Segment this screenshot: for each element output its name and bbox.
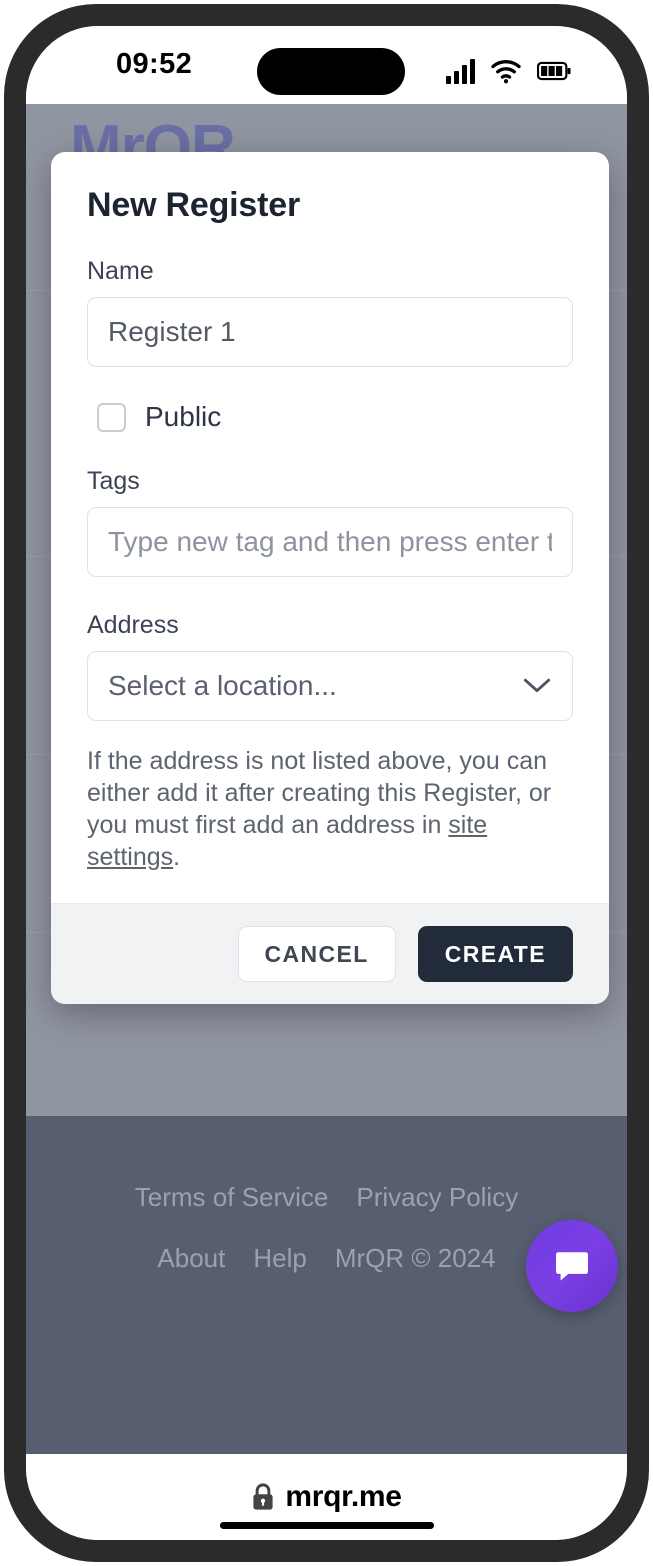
wifi-icon — [491, 60, 521, 84]
modal-action-bar: CANCEL CREATE — [51, 903, 609, 1004]
name-input[interactable] — [87, 297, 573, 367]
address-label: Address — [87, 611, 179, 639]
footer-links-row-primary: Terms of Service Privacy Policy — [26, 1182, 627, 1213]
footer-link-privacy-policy[interactable]: Privacy Policy — [356, 1182, 518, 1213]
modal-body: New Register Name Public Tags Address — [51, 152, 609, 903]
battery-icon — [537, 61, 571, 81]
home-indicator — [220, 1522, 434, 1529]
footer-link-about[interactable]: About — [157, 1243, 225, 1274]
modal-title: New Register — [87, 186, 301, 224]
new-register-modal: New Register Name Public Tags Address — [51, 152, 609, 1004]
status-bar: 09:52 — [26, 26, 627, 104]
chat-support-button[interactable] — [526, 1220, 618, 1312]
status-icons — [446, 50, 571, 84]
footer-copyright: MrQR © 2024 — [334, 1243, 496, 1273]
tags-input[interactable] — [87, 507, 573, 577]
tags-label: Tags — [87, 467, 140, 495]
lock-icon — [253, 1483, 273, 1510]
dynamic-island — [257, 48, 405, 95]
public-checkbox[interactable] — [97, 402, 126, 432]
phone-screen: MrQR Terms of Service Privacy Policy Abo… — [26, 26, 627, 1540]
name-label: Name — [87, 257, 154, 285]
phone-frame: MrQR Terms of Service Privacy Policy Abo… — [4, 4, 649, 1562]
address-select-wrapper: Select a location... — [87, 651, 573, 721]
address-help-text: If the address is not listed above, you … — [87, 745, 573, 873]
footer-link-terms-of-service[interactable]: Terms of Service — [135, 1182, 329, 1213]
public-checkbox-row[interactable]: Public — [97, 401, 573, 433]
address-field-group: Address Select a location... — [87, 611, 573, 721]
address-select-value: Select a location... — [108, 670, 337, 701]
help-text-after: . — [173, 843, 181, 871]
url-text: mrqr.me — [285, 1480, 402, 1513]
cancel-button[interactable]: CANCEL — [237, 926, 396, 982]
address-select[interactable]: Select a location... — [87, 651, 573, 721]
chat-bubble-icon — [556, 1252, 588, 1281]
cellular-signal-icon — [446, 58, 475, 84]
public-checkbox-label: Public — [145, 401, 222, 432]
status-time: 09:52 — [116, 48, 193, 80]
tags-field-group: Tags — [87, 467, 573, 577]
footer-link-help[interactable]: Help — [253, 1243, 306, 1274]
name-field-group: Name — [87, 257, 573, 367]
create-button[interactable]: CREATE — [417, 926, 573, 982]
